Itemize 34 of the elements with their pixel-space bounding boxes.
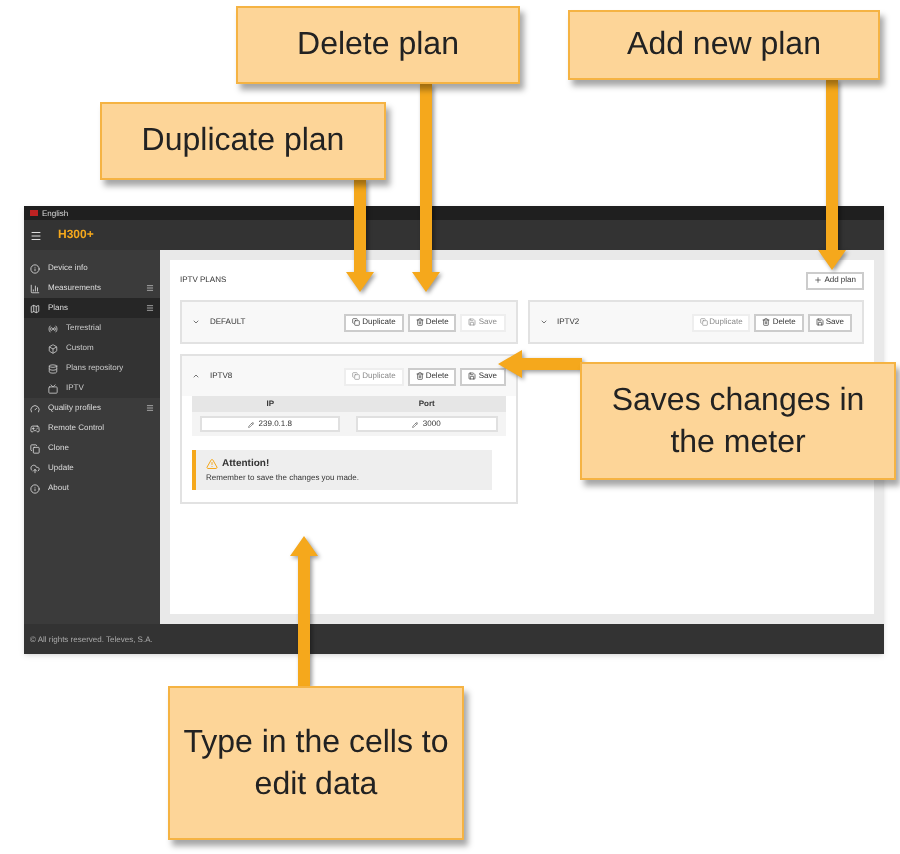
- callout-label: Delete plan: [236, 6, 520, 84]
- save-icon: [468, 318, 477, 326]
- submenu-icon: [48, 323, 58, 333]
- submenu-icon: [48, 343, 58, 353]
- duplicate-icon: [352, 318, 361, 326]
- callout-arrow: [346, 180, 374, 292]
- menu-item-icon: [30, 303, 40, 313]
- submenu-icon: [48, 383, 58, 393]
- duplicate-icon: [352, 372, 361, 380]
- plus-icon: [814, 276, 823, 284]
- save-icon: [815, 318, 824, 326]
- flag-icon: [30, 210, 38, 216]
- duplicate-icon: [699, 318, 708, 326]
- callout-label: Add new plan: [568, 10, 880, 80]
- menu-item-icon: [30, 403, 40, 413]
- submenu-icon: [48, 363, 58, 373]
- callout-label: Saves changes in the meter: [580, 362, 896, 480]
- menu-item-icon: [30, 283, 40, 293]
- callout-label: Duplicate plan: [100, 102, 386, 180]
- delete-icon: [415, 318, 424, 326]
- callout-arrow: [498, 350, 582, 378]
- menu-item-icon: [30, 423, 40, 433]
- menu-item-icon: [30, 263, 40, 273]
- pencil-icon: [248, 421, 255, 427]
- menu-item-icon: [30, 463, 40, 473]
- delete-icon: [415, 372, 424, 380]
- menu-item-icon: [30, 443, 40, 453]
- pencil-icon: [412, 421, 419, 427]
- menu-icon[interactable]: [30, 229, 42, 241]
- delete-icon: [762, 318, 771, 326]
- save-icon: [468, 372, 477, 380]
- callout-label: Type in the cells to edit data: [168, 686, 464, 840]
- warning-icon: [206, 458, 218, 470]
- menu-item-icon: [30, 483, 40, 493]
